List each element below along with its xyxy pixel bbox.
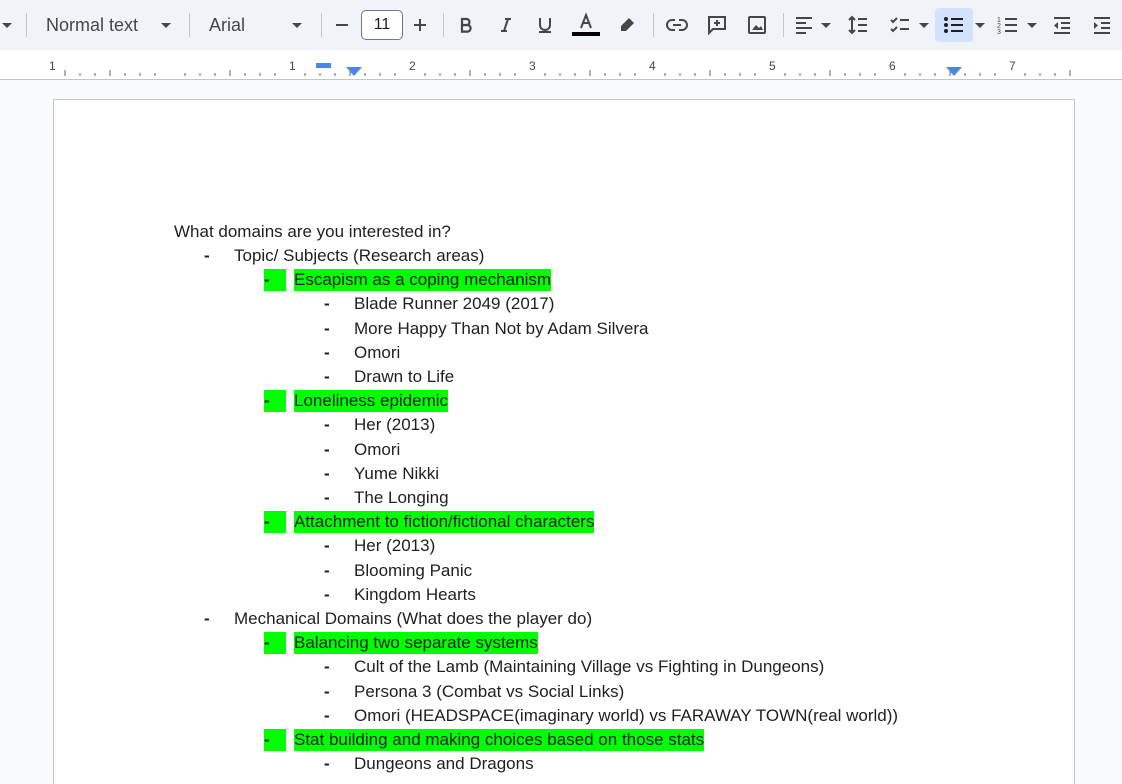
- list-bullet: -: [264, 729, 286, 751]
- bold-icon[interactable]: [451, 8, 481, 42]
- list-bullet: -: [324, 754, 330, 773]
- list-item-text: Her (2013): [354, 415, 436, 434]
- ruler-label: 4: [649, 59, 656, 73]
- toolbar-divider: [26, 13, 27, 37]
- list-item-text: Blade Runner 2049 (2017): [354, 294, 555, 313]
- decrease-font-size-icon[interactable]: [329, 8, 355, 42]
- list-bullet: -: [264, 269, 286, 291]
- list-bullet: -: [324, 706, 330, 725]
- list-item-text: Mechanical Domains (What does the player…: [234, 609, 593, 628]
- list-bullet: -: [324, 343, 330, 362]
- list-bullet: -: [324, 294, 330, 313]
- list-item-text: Escapism as a coping mechanism: [294, 269, 552, 291]
- decrease-indent-icon[interactable]: [1047, 8, 1077, 42]
- text-color-icon[interactable]: [570, 8, 602, 42]
- list-bullet: -: [324, 319, 330, 338]
- toolbar-divider: [653, 13, 654, 37]
- font-family-arrow-icon[interactable]: [287, 8, 307, 42]
- numbered-list-dropdown-arrow-icon[interactable]: [1023, 8, 1041, 42]
- add-comment-icon[interactable]: [701, 8, 733, 42]
- bulleted-list-dropdown-arrow-icon[interactable]: [971, 8, 989, 42]
- list-bullet: -: [264, 390, 286, 412]
- list-item-text: Blooming Panic: [354, 561, 473, 580]
- list-item-text: Dungeons and Dragons: [354, 754, 534, 773]
- horizontal-ruler[interactable]: 1 1 2 3 4 5 6 7: [0, 50, 1122, 80]
- list-item-text: Omori: [354, 343, 401, 362]
- font-family-label: Arial: [209, 14, 246, 35]
- list-bullet: -: [264, 511, 286, 533]
- document-page[interactable]: What domains are you interested in? - Top…: [53, 99, 1075, 784]
- list-bullet: -: [324, 440, 330, 459]
- right-indent-marker-icon[interactable]: [946, 67, 962, 77]
- paragraph-style-arrow-icon[interactable]: [156, 8, 176, 42]
- list-item-text: Stat building and making choices based o…: [294, 729, 705, 751]
- list-bullet: -: [324, 682, 330, 701]
- toolbar-divider: [189, 13, 190, 37]
- line-spacing-icon[interactable]: [843, 8, 873, 42]
- toolbar-divider: [443, 13, 444, 37]
- numbered-list-icon[interactable]: 123: [993, 8, 1023, 42]
- list-bullet: -: [324, 464, 330, 483]
- list-item-text: Omori: [354, 440, 401, 459]
- list-item-text: Balancing two separate systems: [294, 632, 538, 654]
- ruler-label: 7: [1009, 59, 1016, 73]
- insert-image-icon[interactable]: [741, 8, 773, 42]
- underline-icon[interactable]: [530, 8, 560, 42]
- list-bullet: -: [264, 632, 286, 654]
- ruler-label: 5: [769, 59, 776, 73]
- list-item-text: The Longing: [354, 488, 449, 507]
- align-left-icon[interactable]: [791, 8, 817, 42]
- toolbar-divider: [783, 13, 784, 37]
- list-item-text: Cult of the Lamb (Maintaining Village vs…: [354, 657, 825, 676]
- ruler-label: 1: [289, 59, 296, 73]
- align-dropdown-arrow-icon[interactable]: [817, 8, 835, 42]
- ruler-label: 3: [529, 59, 536, 73]
- list-bullet: -: [204, 246, 210, 265]
- list-item-text: Her (2013): [354, 536, 436, 555]
- list-bullet: -: [324, 415, 330, 434]
- list-bullet: -: [324, 367, 330, 386]
- font-size-input[interactable]: 11: [361, 10, 403, 40]
- highlight-color-icon[interactable]: [612, 8, 642, 42]
- list-item-text: More Happy Than Not by Adam Silvera: [354, 319, 649, 338]
- checklist-icon[interactable]: [885, 8, 915, 42]
- bulleted-list-icon[interactable]: [935, 8, 973, 42]
- list-item-text: Attachment to fiction/fictional characte…: [294, 511, 595, 533]
- left-indent-marker-icon[interactable]: [346, 67, 362, 77]
- list-item-text: Topic/ Subjects (Research areas): [234, 246, 485, 265]
- paragraph-style-label: Normal text: [46, 14, 139, 35]
- toolbar-divider: [321, 13, 322, 37]
- list-item-text: Drawn to Life: [354, 367, 455, 386]
- list-item-text: Kingdom Hearts: [354, 585, 476, 604]
- italic-icon[interactable]: [491, 8, 521, 42]
- svg-text:3: 3: [997, 29, 1001, 35]
- list-item-text: Loneliness epidemic: [294, 390, 449, 412]
- list-bullet: -: [324, 536, 330, 555]
- zoom-dropdown-arrow-icon[interactable]: [0, 8, 14, 42]
- list-bullet: -: [324, 488, 330, 507]
- ruler-label: 1: [49, 59, 56, 73]
- first-line-indent-marker-icon[interactable]: [316, 63, 331, 68]
- list-item-text: Yume Nikki: [354, 464, 440, 483]
- ruler-label: 6: [889, 59, 896, 73]
- list-item-text: Omori (HEADSPACE(imaginary world) vs FAR…: [354, 706, 899, 725]
- list-item-text: Persona 3 (Combat vs Social Links): [354, 682, 625, 701]
- document-heading: What domains are you interested in?: [174, 222, 451, 241]
- increase-indent-icon[interactable]: [1087, 8, 1117, 42]
- ruler-label: 2: [409, 59, 416, 73]
- insert-link-icon[interactable]: [661, 8, 693, 42]
- checklist-dropdown-arrow-icon[interactable]: [915, 8, 933, 42]
- increase-font-size-icon[interactable]: [407, 8, 433, 42]
- list-bullet: -: [204, 609, 210, 628]
- formatting-toolbar: Normal text Arial 11 1 2 3: [0, 0, 1122, 50]
- list-bullet: -: [324, 585, 330, 604]
- list-bullet: -: [324, 657, 330, 676]
- list-bullet: -: [324, 561, 330, 580]
